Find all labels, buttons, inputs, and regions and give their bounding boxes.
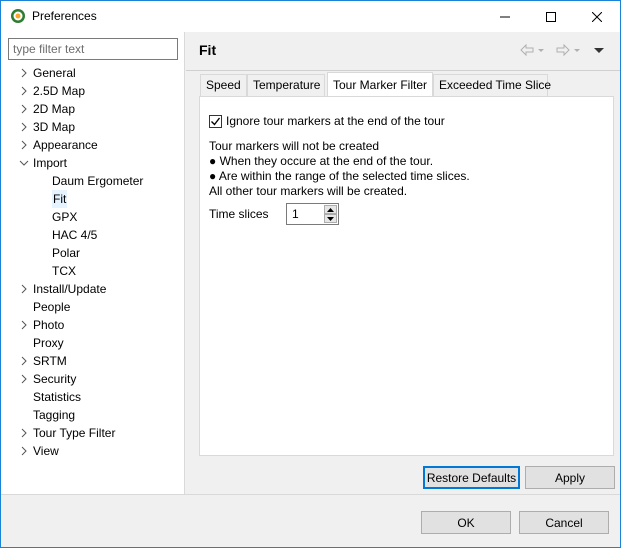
title-bar: Preferences (1, 1, 620, 32)
preferences-window: Preferences General 2.5D Map 2D Map 3D Map A… (0, 0, 621, 548)
tree-item-label: Statistics (33, 390, 82, 404)
time-slices-value[interactable]: 1 (292, 207, 299, 221)
spinner-buttons (324, 205, 337, 223)
ok-button[interactable]: OK (421, 511, 511, 534)
app-icon (11, 9, 25, 23)
marker-description: Tour markers will not be created ● When … (209, 139, 470, 199)
maximize-icon (546, 11, 556, 22)
checkmark-icon (211, 117, 221, 126)
page-title: Fit (199, 42, 217, 58)
chevron-right-icon[interactable] (18, 82, 30, 100)
page-navigation (519, 42, 614, 60)
chevron-right-icon[interactable] (18, 136, 30, 154)
tree-item-label: Daum Ergometer (52, 174, 144, 188)
chevron-right-icon[interactable] (18, 370, 30, 388)
chevron-right-icon[interactable] (18, 316, 30, 334)
arrow-down-icon (327, 216, 334, 221)
ignore-markers-checkbox[interactable] (209, 114, 222, 128)
minimize-icon (500, 16, 510, 17)
tree-item-label: People (33, 300, 71, 314)
description-line: Tour markers will not be created (209, 139, 380, 153)
chevron-right-icon[interactable] (18, 118, 30, 136)
tree-item-label: Tour Type Filter (33, 426, 116, 440)
back-dropdown-icon[interactable] (537, 42, 545, 58)
tree-item-label: Fit (52, 190, 68, 208)
ignore-markers-option[interactable]: Ignore tour markers at the end of the to… (209, 113, 445, 129)
apply-button[interactable]: Apply (525, 466, 615, 489)
tree-item-label: Security (33, 372, 77, 386)
tab-speed[interactable]: Speed (200, 74, 247, 96)
tree-item-label: General (33, 66, 76, 80)
description-line: All other tour markers will be created. (209, 184, 408, 198)
tab-content: Ignore tour markers at the end of the to… (199, 96, 614, 456)
tree-item-label: HAC 4/5 (52, 228, 98, 242)
dialog-separator (1, 494, 620, 495)
back-arrow-icon[interactable] (519, 42, 535, 58)
tree-item-label: 2D Map (33, 102, 76, 116)
view-menu-icon[interactable] (593, 42, 605, 58)
tree-item-label: Install/Update (33, 282, 107, 296)
tree-item-label: TCX (52, 264, 76, 278)
close-icon (592, 11, 602, 22)
restore-defaults-button[interactable]: Restore Defaults (423, 466, 520, 489)
window-title: Preferences (32, 9, 97, 23)
tree-item-label: View (33, 444, 59, 458)
tree-item-label: Tagging (33, 408, 76, 422)
forward-dropdown-icon[interactable] (573, 42, 581, 58)
spinner-down-button[interactable] (324, 214, 337, 223)
chevron-right-icon[interactable] (18, 352, 30, 370)
chevron-right-icon[interactable] (18, 442, 30, 460)
tree-item-label: Import (33, 156, 68, 170)
tree-item-label: Photo (33, 318, 65, 332)
time-slices-spinner[interactable]: 1 (286, 203, 339, 225)
chevron-right-icon[interactable] (18, 100, 30, 118)
tab-temperature[interactable]: Temperature (247, 74, 325, 96)
close-button[interactable] (574, 1, 620, 32)
maximize-button[interactable] (528, 1, 574, 32)
arrow-up-icon (327, 207, 334, 212)
cancel-button[interactable]: Cancel (519, 511, 609, 534)
chevron-right-icon[interactable] (18, 64, 30, 82)
tree-item-label: Proxy (33, 336, 64, 350)
forward-arrow-icon[interactable] (555, 42, 571, 58)
tree-item-label: Polar (52, 246, 81, 260)
time-slices-label: Time slices (209, 207, 269, 221)
description-line: ● When they occure at the end of the tou… (209, 154, 434, 168)
tree-item-label: 3D Map (33, 120, 76, 134)
description-line: ● Are within the range of the selected t… (209, 169, 470, 183)
tree-item-label: Appearance (33, 138, 98, 152)
preference-page: Fit Speed Temperature Tour Marker Filter… (186, 32, 620, 494)
tree-item-label: SRTM (33, 354, 67, 368)
chevron-right-icon[interactable] (18, 280, 30, 298)
chevron-down-icon[interactable] (18, 154, 30, 172)
tree-item-label: 2.5D Map (33, 84, 86, 98)
tree-item-label: GPX (52, 210, 78, 224)
title-separator (186, 70, 620, 71)
filter-input[interactable] (8, 38, 178, 60)
ignore-markers-label: Ignore tour markers at the end of the to… (226, 114, 445, 128)
spinner-up-button[interactable] (324, 205, 337, 214)
minimize-button[interactable] (482, 1, 528, 32)
chevron-right-icon[interactable] (18, 424, 30, 442)
tab-exceeded-time-slice[interactable]: Exceeded Time Slice (433, 74, 551, 96)
preference-tree-panel: General 2.5D Map 2D Map 3D Map Appearance Imp… (1, 32, 185, 494)
tab-tour-marker-filter[interactable]: Tour Marker Filter (327, 72, 433, 97)
